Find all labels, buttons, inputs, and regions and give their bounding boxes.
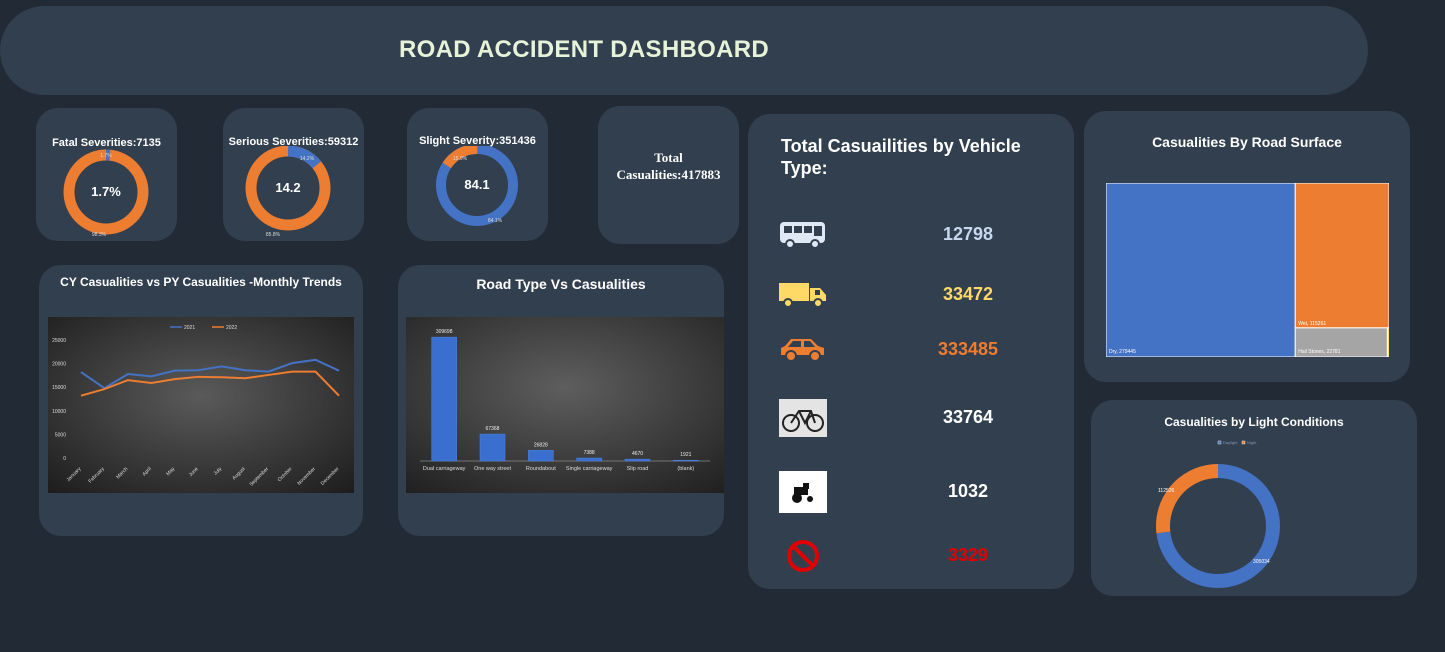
y-tick-label: 15000 xyxy=(52,385,66,391)
vehicle-value-truck: 33472 xyxy=(942,284,994,304)
bar-value-label: 309698 xyxy=(436,329,453,335)
light-slice-label: 112526 xyxy=(1158,488,1175,494)
treemap-cell xyxy=(1294,183,1389,329)
legend-label: 2022 xyxy=(226,325,237,331)
kpi-serious-donut: 14.2 14.2% 85.8% xyxy=(245,146,331,238)
vehicle-row-car: 333485 xyxy=(748,330,1074,370)
kpi-fatal-donut: 1.7% 1.7% 98.3% xyxy=(63,149,149,238)
treemap-label: Dry, 279445 xyxy=(1109,349,1136,355)
kpi-slight-center: 84.1 xyxy=(464,177,489,192)
road-type-card: Road Type Vs Casualities 309698 Dual carr… xyxy=(398,265,724,536)
y-tick-label: 0 xyxy=(63,456,66,462)
light-legend-swatch xyxy=(1241,440,1246,445)
bar-value-label: 7388 xyxy=(584,450,595,456)
bar-value-label: 26828 xyxy=(534,442,548,448)
vehicle-row-other: 3329 xyxy=(748,536,1074,576)
road-type-title: Road Type Vs Casualities xyxy=(476,276,646,292)
light-title: Casualities by Light Conditions xyxy=(1164,415,1344,429)
y-tick-label: 20000 xyxy=(52,362,66,368)
bar xyxy=(576,457,602,462)
light-legend-swatch xyxy=(1217,440,1222,445)
road-type-chart: 309698 Dual carriageway 67368 One way stree… xyxy=(406,317,724,493)
kpi-card-slight: Slight Severity:351436 84.1 15.9% 84.1% xyxy=(407,108,548,241)
vehicle-value-bicycle: 33764 xyxy=(942,407,994,427)
treemap-label: Wet, 115261 xyxy=(1298,321,1326,327)
light-legend-label: Daylight xyxy=(1223,440,1238,445)
kpi-slight-small-bottom: 84.1% xyxy=(488,218,503,224)
kpi-card-total: Total Casualities:417883 xyxy=(598,106,739,244)
title-bar: ROAD ACCIDENT DASHBOARD xyxy=(0,6,1368,95)
kpi-fatal-center: 1.7% xyxy=(91,184,121,199)
y-tick-label: 5000 xyxy=(55,432,66,438)
kpi-serious-center: 14.2 xyxy=(275,180,300,195)
category-label: Roundabout xyxy=(526,466,556,472)
kpi-slight-donut: 84.1 15.9% 84.1% xyxy=(436,146,518,226)
bar xyxy=(624,458,651,462)
category-label: Single carriageway xyxy=(566,466,613,472)
vehicle-title: Total Casuailities by Vehicle Type: xyxy=(781,136,1021,178)
bicycle-icon xyxy=(778,398,828,438)
kpi-slight-small-top: 15.9% xyxy=(453,156,468,162)
kpi-serious-small-top: 14.2% xyxy=(300,156,315,162)
category-label: (blank) xyxy=(677,466,694,472)
vehicle-row-bicycle: 33764 xyxy=(748,398,1074,438)
vehicle-card: Total Casuailities by Vehicle Type: 1279… xyxy=(748,114,1074,589)
bar-value-label: 67368 xyxy=(486,426,500,432)
truck-icon xyxy=(778,275,828,315)
bar xyxy=(673,459,699,462)
light-slice-label: 305034 xyxy=(1253,559,1270,565)
vehicle-value-car: 333485 xyxy=(937,339,999,359)
car-icon xyxy=(778,330,828,370)
trends-title: CY Casualities vs PY Casualities -Monthl… xyxy=(60,275,342,289)
light-donut-chart: 305034 112526 Daylight Night xyxy=(1156,440,1280,588)
road-surface-card: Casualities By Road Surface Dry, 279445 W… xyxy=(1084,111,1410,382)
kpi-fatal-small-top: 1.7% xyxy=(100,153,112,159)
bar xyxy=(431,336,457,462)
legend-label: 2021 xyxy=(184,325,195,331)
tractor-icon xyxy=(778,471,828,513)
bar xyxy=(528,450,554,462)
category-label: One way street xyxy=(474,466,511,472)
trends-card: CY Casualities vs PY Casualities -Monthl… xyxy=(39,265,363,536)
kpi-card-fatal: Fatal Severities:7135 1.7% 1.7% 98.3% xyxy=(36,108,177,241)
prohibited-icon xyxy=(778,536,828,576)
vehicle-value-bus: 12798 xyxy=(942,224,994,244)
kpi-serious-small-bottom: 85.8% xyxy=(266,232,281,238)
light-card: Casualities by Light Conditions 305034 11… xyxy=(1091,400,1417,596)
road-surface-treemap: Dry, 279445 Wet, 115261 Hail Stones, 22781 xyxy=(1106,183,1389,357)
light-legend-label: Night xyxy=(1247,440,1257,445)
vehicle-value-other: 3329 xyxy=(947,545,989,565)
vehicle-value-tractor: 1032 xyxy=(947,481,989,501)
bar xyxy=(479,433,506,462)
kpi-fatal-small-bottom: 98.3% xyxy=(92,232,107,238)
category-label: Dual carriageway xyxy=(423,466,466,472)
dashboard-title: ROAD ACCIDENT DASHBOARD xyxy=(398,36,769,63)
road-surface-title: Casualities By Road Surface xyxy=(1152,134,1342,150)
kpi-card-serious: Serious Severities:59312 14.2 14.2% 85.8… xyxy=(223,108,364,241)
vehicle-row-truck: 33472 xyxy=(748,275,1074,315)
trend-chart: 2500020000150001000050000January February… xyxy=(48,317,354,493)
bar-value-label: 1921 xyxy=(680,452,691,458)
treemap-cell xyxy=(1106,183,1296,357)
treemap-cell xyxy=(1386,327,1389,357)
bar-value-label: 4670 xyxy=(632,451,643,457)
y-tick-label: 10000 xyxy=(52,409,66,415)
bus-icon xyxy=(778,215,828,255)
treemap-label: Hail Stones, 22781 xyxy=(1298,349,1340,355)
vehicle-row-tractor: 1032 xyxy=(748,471,1074,513)
kpi-total-label: Total Casualities:417883 xyxy=(616,150,721,182)
vehicle-row-bus: 12798 xyxy=(748,215,1074,255)
y-tick-label: 25000 xyxy=(52,338,66,344)
category-label: Slip road xyxy=(627,466,649,472)
